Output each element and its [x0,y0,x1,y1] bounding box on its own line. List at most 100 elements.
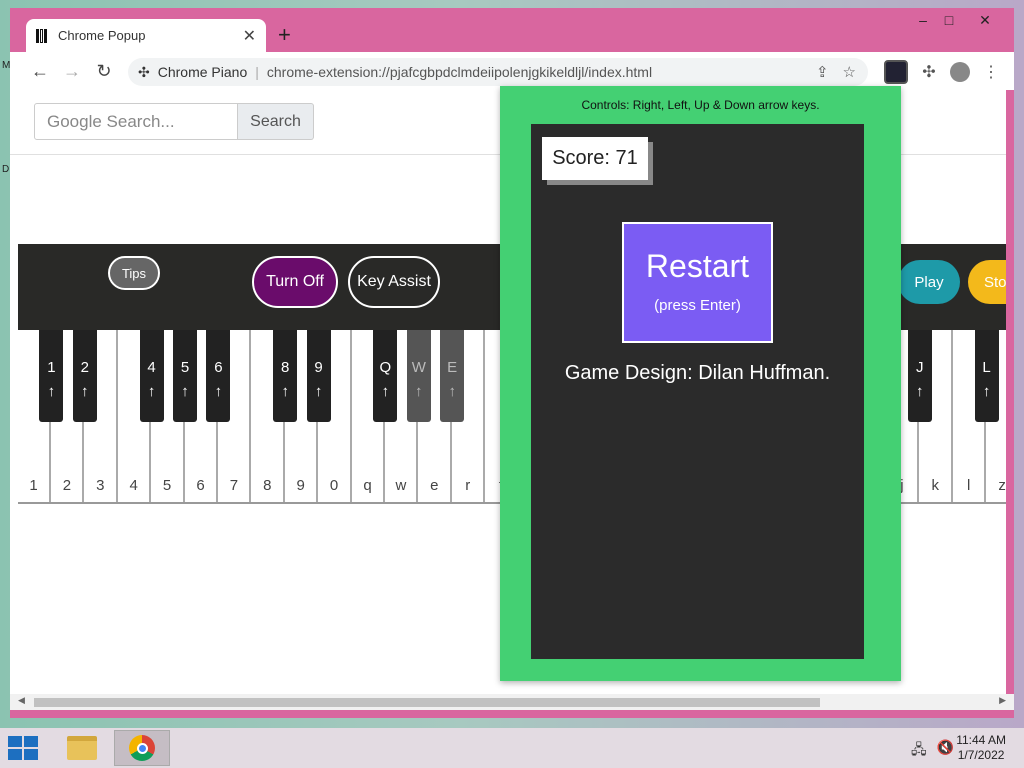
black-key[interactable]: 4 ↑ [139,330,164,422]
arrow-up-icon: ↑ [916,383,924,400]
game-area: Score: 71 Restart (press Enter) Game Des… [531,124,864,659]
file-explorer-button[interactable] [54,730,110,766]
scroll-left-icon[interactable]: ◀ [18,695,25,706]
play-button[interactable]: Play [898,260,960,304]
desktop-icon-fragment: D [2,164,10,175]
arrow-up-icon: ↑ [415,383,423,400]
arrow-up-icon: ↑ [381,383,390,400]
profile-avatar-icon[interactable] [950,62,970,82]
white-key-label: q [363,477,372,494]
scrollbar-thumb[interactable] [34,698,820,707]
black-key[interactable]: 5 ↑ [173,330,197,422]
black-key[interactable]: 2 ↑ [72,330,97,422]
chrome-icon [129,735,155,761]
search-input[interactable] [34,103,238,140]
new-tab-button[interactable]: + [278,24,291,46]
extension-puzzle-icon: ✣ [138,63,150,80]
arrow-up-icon: ↑ [147,383,156,400]
black-key-label: 6 [214,359,223,376]
windows-start-icon[interactable] [8,736,38,760]
maximize-button[interactable]: □ [932,12,966,28]
black-key[interactable]: 9 ↑ [306,330,331,422]
black-key-label: 2 [80,359,89,376]
folder-icon [67,736,97,760]
piano-extension-icon[interactable] [884,60,908,84]
menu-kebab-icon[interactable]: ⋮ [980,62,1002,82]
tab-title: Chrome Popup [58,28,146,43]
tab-chrome-popup[interactable]: Chrome Popup ✕ [26,19,266,52]
black-key[interactable]: Q ↑ [373,330,398,422]
omnibox-actions: ⇪ ☆ [816,63,856,81]
black-key[interactable]: J ↑ [907,330,932,422]
scroll-right-icon[interactable]: ▶ [999,695,1006,706]
arrow-up-icon: ↑ [281,383,289,400]
system-tray: 🖧 🔇 [911,739,954,763]
extensions-icon[interactable]: ✣ [918,62,940,82]
back-icon[interactable]: ← [24,61,56,82]
restart-label: Restart [645,248,750,284]
black-key[interactable]: W ↑ [406,330,431,422]
horizontal-scrollbar[interactable]: ◀ ▶ [10,694,1014,710]
black-key-label: 5 [180,359,190,376]
white-key-label: l [967,477,971,494]
volume-muted-icon[interactable]: 🔇 [937,739,954,763]
white-key-label: 2 [62,477,72,494]
tab-close-icon[interactable]: ✕ [243,26,256,46]
turn-off-button[interactable]: Turn Off [252,256,338,308]
black-key-label: W [411,359,426,376]
white-key-label: 8 [263,477,272,494]
browser-toolbar: ← → ↻ ✣ Chrome Piano | chrome-extension:… [10,52,1014,90]
white-key-label: 5 [162,477,172,494]
address-bar[interactable]: ✣ Chrome Piano | chrome-extension://pjaf… [128,58,868,86]
black-key-label: 4 [147,359,156,376]
arrow-up-icon: ↑ [982,383,991,400]
white-key-label: w [395,477,407,494]
controls-instructions: Controls: Right, Left, Up & Down arrow k… [581,98,820,112]
black-key-label: J [916,359,924,376]
restart-button[interactable]: Restart (press Enter) [622,222,773,343]
forward-icon[interactable]: → [56,61,88,82]
tips-button[interactable]: Tips [108,256,160,290]
arrow-up-icon: ↑ [81,383,89,400]
toolbar-right: ✣ ⋮ [884,60,1002,84]
white-key-label: e [430,477,439,494]
black-key[interactable]: E ↑ [440,330,465,422]
white-key-label: 1 [29,477,38,494]
arrow-up-icon: ↑ [314,383,323,400]
arrow-up-icon: ↑ [47,383,56,400]
arrow-up-icon: ↑ [181,383,189,400]
black-key[interactable]: 6 ↑ [206,330,231,422]
piano-favicon-icon [36,28,50,43]
bookmark-star-icon[interactable]: ☆ [843,63,856,81]
chrome-taskbar-button[interactable] [114,730,170,766]
white-key-label: 3 [96,477,105,494]
omnibox-separator: | [255,64,259,80]
black-key-label: L [982,359,991,376]
taskbar-clock[interactable]: 11:44 AM 1/7/2022 [956,733,1006,763]
close-window-button[interactable]: ✕ [968,12,1002,29]
tab-strip: Chrome Popup ✕ + – □ ✕ [10,8,1014,52]
black-key-label: 8 [281,359,290,376]
clock-time: 11:44 AM [956,733,1006,747]
black-key[interactable]: L ↑ [974,330,999,422]
game-credit: Game Design: Dilan Huffman. [564,362,831,384]
omnibox-site-label: Chrome Piano [157,64,248,80]
search-button[interactable]: Search [238,103,314,140]
white-key-label: 6 [196,477,205,494]
reload-icon[interactable]: ↻ [88,61,120,82]
stop-button[interactable]: Sto [968,260,1006,304]
share-icon[interactable]: ⇪ [816,63,829,81]
arrow-up-icon: ↑ [214,383,223,400]
white-key-label: 4 [129,477,138,494]
key-assist-button[interactable]: Key Assist [348,256,440,308]
network-icon[interactable]: 🖧 [911,739,927,763]
white-key-label: k [931,477,940,494]
extension-popup: Controls: Right, Left, Up & Down arrow k… [500,86,901,681]
white-key-label: 0 [329,477,339,494]
black-key-label: Q [379,359,392,376]
black-key-label: 9 [314,359,323,376]
black-key[interactable]: 1 ↑ [39,330,64,422]
black-key[interactable]: 8 ↑ [273,330,298,422]
clock-date: 1/7/2022 [957,748,1005,762]
white-key-label: 9 [296,477,305,494]
